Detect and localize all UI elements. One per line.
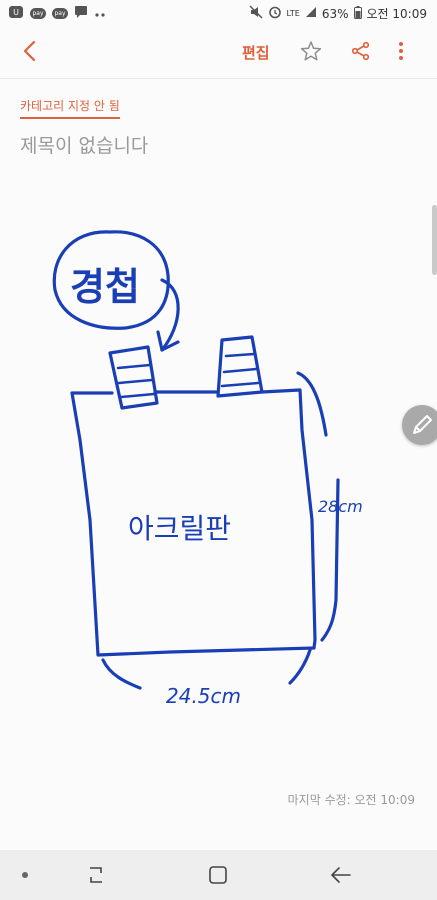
status-right: LTE 63% 오전 10:09 [249,5,427,22]
signal-icon [305,6,317,21]
clock: 오전 10:09 [366,7,427,21]
status-bar: U pay pay LTE 63% 오전 10:09 [0,0,437,26]
drawing-text-hinge: 경첩 [70,265,140,309]
app-bar: 편집 [0,26,437,79]
pay-icon: pay [52,8,68,19]
alarm-icon [268,5,282,22]
battery-level: 63% [321,6,349,21]
svg-text:U: U [13,8,19,17]
drawing-text-height: 28cm [318,497,363,516]
battery-icon [353,5,362,22]
drawing-text-panel: 아크릴판 [128,512,231,545]
star-icon[interactable] [300,40,322,62]
handwritten-drawing: 경첩 아크릴판 28cm 24.5cm [52,230,363,708]
drawing-bottom-arc-left [101,658,142,690]
recent-apps-icon[interactable] [86,864,106,886]
last-modified-label: 마지막 수정: 오전 10:09 [287,793,415,807]
category-label[interactable]: 카테고리 지정 안 됨 [20,97,120,119]
back-arrow-icon[interactable] [18,38,44,64]
mute-icon [249,5,263,22]
more-dots-icon [94,7,106,21]
navigation-bar [0,850,437,900]
status-left: U pay pay [8,5,106,22]
back-icon[interactable] [330,864,352,886]
share-icon[interactable] [350,40,372,62]
pen-icon[interactable] [402,405,437,445]
drawing-hinge-right [216,335,264,398]
chat-icon [74,5,88,22]
lte-icon: LTE [286,9,300,18]
edit-button[interactable]: 편집 [242,42,270,63]
drawing-arrow [160,278,180,352]
home-icon[interactable] [208,865,228,885]
drawing-bottom-arc-right [288,648,312,685]
notification-icon: U [8,5,24,22]
pay-icon: pay [30,8,46,19]
nav-dot-icon [22,872,28,878]
note-title: 제목이 없습니다 [20,135,149,157]
drawing-text-width: 24.5cm [166,684,241,708]
more-vert-icon[interactable] [394,40,408,62]
drawing-hinge-left [108,345,159,410]
